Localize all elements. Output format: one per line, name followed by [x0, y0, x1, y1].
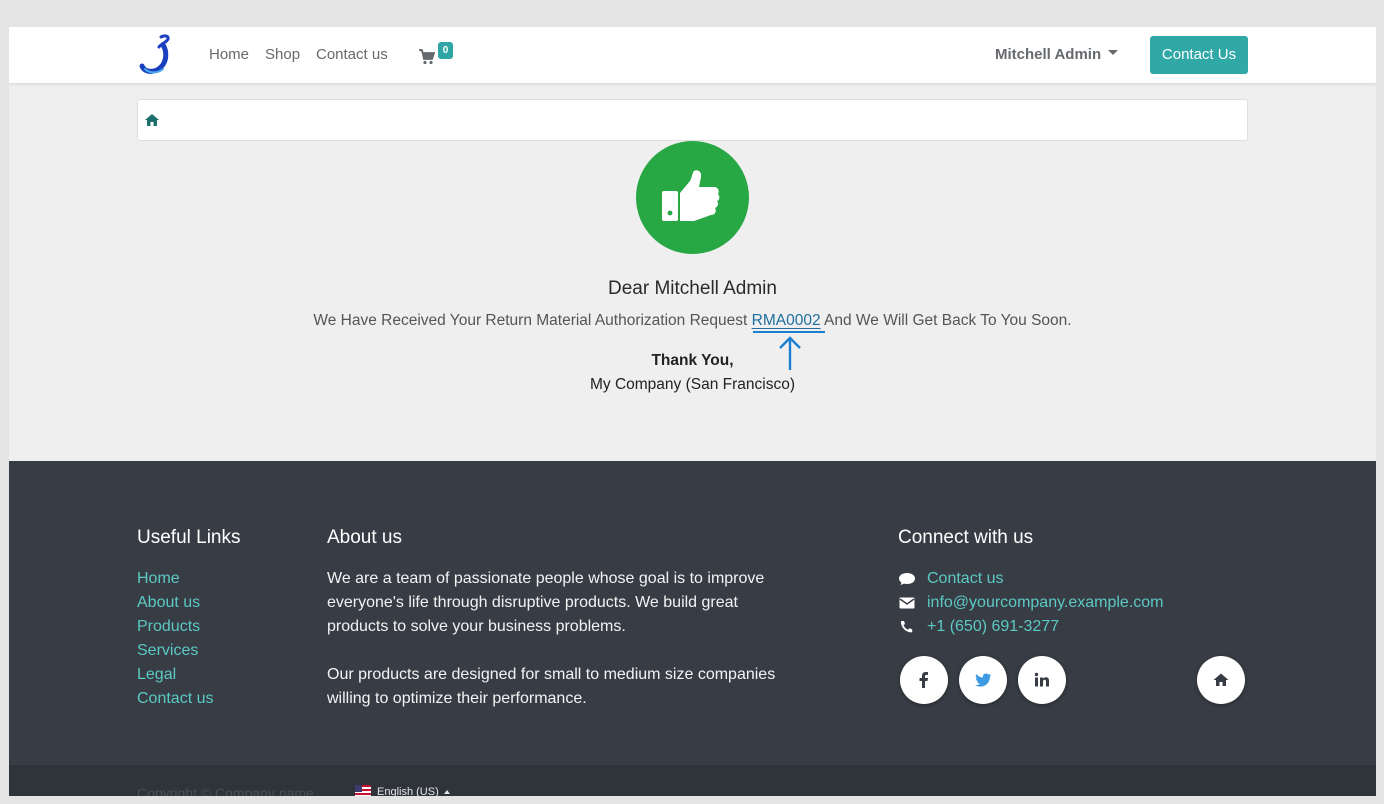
about-us-heading: About us	[327, 527, 402, 548]
linkedin-icon	[1034, 672, 1049, 687]
connect-heading: Connect with us	[898, 527, 1034, 548]
rma-code-link[interactable]: RMA0002	[752, 312, 821, 329]
connect-label: info@yourcompany.example.com	[927, 594, 1164, 611]
chevron-up-icon	[443, 789, 450, 794]
connect-phone[interactable]: +1 (650) 691-3277	[898, 615, 1164, 639]
facebook-icon	[919, 672, 928, 688]
copyright-bar: Copyright © Company name English (US)	[9, 765, 1376, 796]
envelope-icon	[899, 597, 915, 609]
success-thumbs-up	[636, 141, 749, 254]
connect-email[interactable]: info@yourcompany.example.com	[898, 591, 1164, 615]
connect-list: Contact us info@yourcompany.example.com …	[898, 567, 1164, 639]
home-icon[interactable]	[144, 112, 160, 128]
confirmation-message: We Have Received Your Return Material Au…	[9, 312, 1376, 330]
home-social-button[interactable]	[1197, 656, 1245, 704]
comment-icon	[899, 573, 915, 585]
cart-button[interactable]: 0	[419, 42, 455, 67]
about-paragraph-2: Our products are designed for small to m…	[327, 666, 776, 707]
footer-link-legal[interactable]: Legal	[137, 663, 213, 687]
breadcrumb	[137, 99, 1248, 141]
about-paragraph-1: We are a team of passionate people whose…	[327, 570, 765, 635]
chevron-down-icon	[1108, 49, 1119, 55]
twitter-button[interactable]	[959, 656, 1007, 704]
shopping-cart-icon	[419, 49, 435, 65]
nav-shop[interactable]: Shop	[265, 46, 300, 63]
connect-label: Contact us	[927, 570, 1004, 587]
company-signature: My Company (San Francisco)	[589, 376, 795, 393]
user-menu-dropdown[interactable]: Mitchell Admin	[995, 46, 1119, 63]
connect-label: +1 (650) 691-3277	[927, 618, 1060, 635]
nav-home[interactable]: Home	[209, 46, 249, 63]
footer-link-contact-us[interactable]: Contact us	[137, 687, 213, 711]
facebook-button[interactable]	[900, 656, 948, 704]
useful-links-heading: Useful Links	[137, 527, 241, 548]
company-logo[interactable]	[137, 33, 177, 77]
home-icon	[1213, 673, 1229, 686]
connect-contact-us[interactable]: Contact us	[898, 567, 1164, 591]
footer-link-about-us[interactable]: About us	[137, 591, 213, 615]
twitter-icon	[975, 673, 991, 687]
useful-links-list: Home About us Products Services Legal Co…	[137, 567, 213, 711]
about-us-text: We are a team of passionate people whose…	[327, 567, 787, 711]
language-label: English (US)	[377, 785, 439, 797]
site-header: Home Shop Contact us 0 Mitchell Admin Co…	[9, 27, 1376, 83]
rma-underline-annotation	[753, 331, 825, 333]
message-after: And We Will Get Back To You Soon.	[820, 312, 1072, 329]
copyright-text: Copyright © Company name	[137, 785, 314, 796]
footer-link-home[interactable]: Home	[137, 567, 213, 591]
cart-count-badge: 0	[438, 42, 453, 59]
contact-us-button[interactable]: Contact Us	[1150, 36, 1248, 74]
linkedin-button[interactable]	[1018, 656, 1066, 704]
message-before: We Have Received Your Return Material Au…	[313, 312, 752, 329]
footer-link-services[interactable]: Services	[137, 639, 213, 663]
greeting-text: Dear Mitchell Admin	[608, 278, 777, 299]
phone-icon	[900, 621, 913, 633]
thumbs-up-icon	[662, 170, 720, 221]
language-selector[interactable]: English (US)	[355, 785, 450, 796]
nav-contact-us[interactable]: Contact us	[316, 46, 388, 63]
site-footer: Useful Links Home About us Products Serv…	[9, 461, 1376, 765]
browser-frame: Home Shop Contact us 0 Mitchell Admin Co…	[9, 27, 1376, 796]
us-flag-icon	[355, 785, 371, 796]
thank-you-text: Thank You,	[651, 352, 734, 369]
user-name: Mitchell Admin	[995, 46, 1102, 63]
footer-link-products[interactable]: Products	[137, 615, 213, 639]
